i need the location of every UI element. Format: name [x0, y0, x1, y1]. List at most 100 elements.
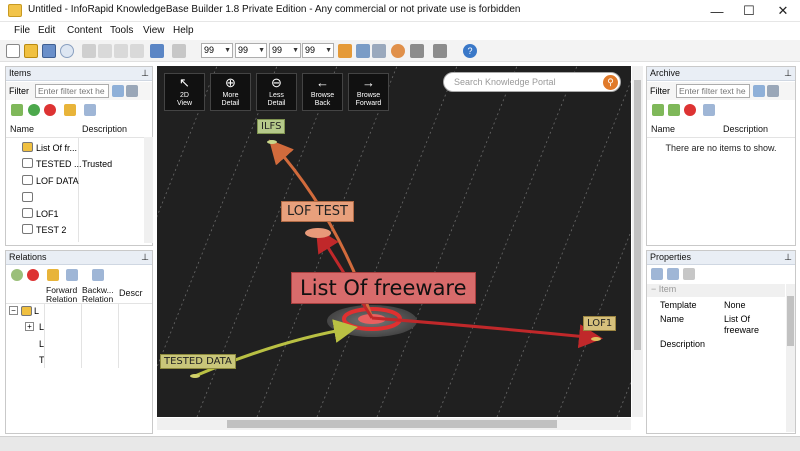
refresh-icon[interactable]	[391, 44, 405, 58]
pin-icon[interactable]: ⊥	[784, 251, 792, 264]
menu-content[interactable]: Content	[67, 25, 102, 36]
menu-view[interactable]: View	[143, 25, 165, 36]
cloud-icon[interactable]	[60, 44, 74, 58]
delete-icon[interactable]	[44, 104, 56, 116]
scrollbar-thumb[interactable]	[227, 420, 557, 428]
save-icon[interactable]	[42, 44, 56, 58]
column-description[interactable]: Description	[723, 124, 768, 134]
open-folder-icon[interactable]	[24, 44, 38, 58]
paste-special-icon[interactable]	[130, 44, 144, 58]
property-value-template[interactable]: None	[724, 300, 746, 310]
scrollbar-thumb[interactable]	[787, 296, 794, 346]
level-select-1[interactable]: 99 ▼	[201, 43, 233, 58]
paste-icon[interactable]	[114, 44, 128, 58]
filter-options-icon[interactable]	[112, 85, 124, 97]
properties-scrollbar[interactable]	[786, 284, 795, 432]
add-relation-icon[interactable]	[11, 269, 23, 281]
filter-options-icon[interactable]	[753, 85, 765, 97]
menu-edit[interactable]: Edit	[38, 25, 55, 36]
delete-icon[interactable]	[684, 104, 696, 116]
less-detail-button[interactable]: ⊖ Less Detail	[256, 73, 297, 111]
columns-icon[interactable]	[84, 104, 96, 116]
redo-icon[interactable]	[172, 44, 186, 58]
column-description[interactable]: Descr	[119, 288, 143, 298]
edit-relation-icon[interactable]	[47, 269, 59, 281]
column-name[interactable]: Name	[651, 124, 675, 134]
more-detail-button[interactable]: ⊕ More Detail	[210, 73, 251, 111]
close-button[interactable]: ✕	[766, 0, 800, 22]
column-description[interactable]: Description	[82, 124, 127, 134]
level-select-4[interactable]: 99 ▼	[302, 43, 334, 58]
node-ilfs[interactable]: ILFS	[257, 119, 286, 134]
scrollbar-thumb[interactable]	[634, 80, 641, 350]
node-lof-test[interactable]: LOF TEST	[281, 201, 354, 222]
node-tested-data[interactable]: TESTED DATA	[160, 354, 236, 369]
copy-icon[interactable]	[98, 44, 112, 58]
2d-view-button[interactable]: ↖ 2D View	[164, 73, 205, 111]
pin-icon[interactable]: ⊥	[141, 251, 149, 264]
menu-tools[interactable]: Tools	[110, 25, 133, 36]
node-list-of-freeware[interactable]: List Of freeware	[291, 272, 476, 304]
add-child-icon[interactable]	[28, 104, 40, 116]
list-item[interactable]: TESTED ... Trusted	[6, 157, 144, 172]
tree-row[interactable]: − L	[9, 305, 149, 319]
pin-icon[interactable]: ⊥	[784, 67, 792, 80]
tree-row[interactable]: T	[9, 354, 149, 368]
column-forward-relation[interactable]: Forward Relation	[46, 286, 84, 304]
list-item[interactable]	[6, 191, 144, 206]
browse-back-button[interactable]: ← Browse Back	[302, 73, 343, 111]
column-backward-relation[interactable]: Backw... Relation	[82, 286, 120, 304]
tools-icon[interactable]	[356, 44, 370, 58]
help-icon[interactable]: ?	[463, 44, 477, 58]
wand-icon[interactable]	[372, 44, 386, 58]
search-settings-icon[interactable]	[433, 44, 447, 58]
search-icon[interactable]: ⚲	[603, 75, 618, 90]
property-pages-icon[interactable]	[683, 268, 695, 280]
property-value-name[interactable]: List Of freeware	[724, 314, 779, 336]
list-item[interactable]: LOF1	[6, 207, 144, 222]
add-item-icon[interactable]	[11, 104, 23, 116]
list-item[interactable]: TEST 2	[6, 223, 144, 238]
tree-row[interactable]: + L	[9, 321, 149, 335]
delete-relation-icon[interactable]	[27, 269, 39, 281]
items-filter-input[interactable]: Enter filter text he	[35, 84, 109, 98]
menu-help[interactable]: Help	[173, 25, 194, 36]
knowledge-portal-search-input[interactable]: Search Knowledge Portal ⚲	[443, 72, 621, 92]
items-scrollbar[interactable]	[144, 137, 153, 243]
edit-icon[interactable]	[64, 104, 76, 116]
pin-icon[interactable]: ⊥	[141, 67, 149, 80]
knowledge-graph-canvas[interactable]: ↖ 2D View ⊕ More Detail ⊖ Less Detail ← …	[157, 66, 631, 417]
cut-icon[interactable]	[82, 44, 96, 58]
new-icon[interactable]	[6, 44, 20, 58]
maximize-button[interactable]: ☐	[732, 0, 766, 22]
filter-settings-icon[interactable]	[126, 85, 138, 97]
browse-forward-button[interactable]: → Browse Forward	[348, 73, 389, 111]
level-select-2[interactable]: 99 ▼	[235, 43, 267, 58]
categorized-icon[interactable]	[651, 268, 663, 280]
level-select-3[interactable]: 99 ▼	[269, 43, 301, 58]
property-group-item[interactable]: − Item	[647, 284, 785, 297]
collapse-icon[interactable]: −	[9, 306, 18, 315]
layout-columns-icon[interactable]	[92, 269, 104, 281]
columns-icon[interactable]	[703, 104, 715, 116]
columns-icon[interactable]	[66, 269, 78, 281]
filter-settings-icon[interactable]	[767, 85, 779, 97]
archive-filter-input[interactable]: Enter filter text he	[676, 84, 750, 98]
minimize-button[interactable]: —	[700, 0, 734, 22]
column-name[interactable]: Name	[10, 124, 34, 134]
undo-icon[interactable]	[150, 44, 164, 58]
print-icon[interactable]	[410, 44, 424, 58]
list-item[interactable]: List Of fr...	[6, 141, 144, 156]
add-item-icon[interactable]	[652, 104, 664, 116]
menu-file[interactable]: File	[14, 25, 30, 36]
list-item[interactable]: LOF DATA	[6, 174, 144, 189]
tree-row[interactable]: L	[9, 338, 149, 352]
graph-horizontal-scrollbar[interactable]	[157, 418, 631, 430]
add-child-icon[interactable]	[668, 104, 680, 116]
layout-icon[interactable]	[338, 44, 352, 58]
expand-icon[interactable]: +	[25, 322, 34, 331]
chevron-down-icon: ▼	[224, 47, 231, 54]
node-lof1[interactable]: LOF1	[583, 316, 617, 331]
graph-vertical-scrollbar[interactable]	[632, 66, 643, 417]
sort-alpha-icon[interactable]	[667, 268, 679, 280]
